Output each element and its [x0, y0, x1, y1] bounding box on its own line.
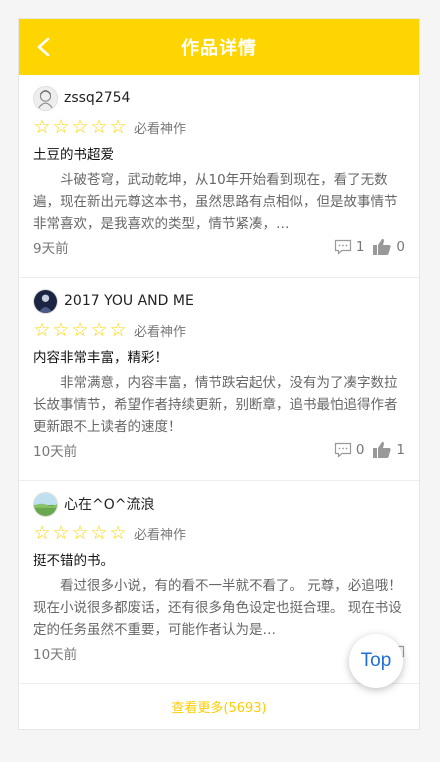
username[interactable]: 心在^O^流浪 — [64, 494, 154, 514]
review-title: 内容非常丰富，精彩！ — [33, 350, 168, 366]
review-title: 挺不错的书。 — [33, 553, 114, 569]
star-icon: ☆ — [109, 522, 127, 544]
star-icon: ☆ — [109, 116, 127, 138]
view-more-link[interactable]: 查看更多(5693) — [19, 684, 419, 728]
review-time: 10天前 — [33, 444, 78, 460]
rating: ☆ ☆ ☆ ☆ ☆ 必看神作 — [33, 117, 405, 137]
avatar[interactable] — [33, 85, 58, 111]
review-body: 看过很多小说，有的看不一半就不看了。 元尊，必追哦！ 现在小说很多都废话，还有很… — [33, 578, 402, 638]
star-icon: ☆ — [109, 319, 127, 341]
rating: ☆ ☆ ☆ ☆ ☆ 必看神作 — [33, 320, 405, 340]
review-item[interactable]: 2017 YOU AND ME ☆ ☆ ☆ ☆ ☆ 必看神作 内容非常丰富，精彩… — [19, 278, 419, 481]
star-icon: ☆ — [52, 522, 70, 544]
star-icon: ☆ — [33, 319, 51, 341]
star-icon: ☆ — [52, 319, 70, 341]
comment-icon[interactable] — [334, 239, 352, 255]
username[interactable]: 2017 YOU AND ME — [64, 293, 194, 309]
avatar[interactable] — [33, 491, 58, 517]
page-title: 作品详情 — [181, 38, 257, 59]
thumbs-up-icon[interactable] — [372, 441, 392, 459]
review-time: 10天前 — [33, 647, 78, 663]
like-count: 1 — [396, 442, 405, 458]
star-icon: ☆ — [33, 116, 51, 138]
star-icon: ☆ — [90, 319, 108, 341]
star-icon: ☆ — [90, 116, 108, 138]
username[interactable]: zssq2754 — [64, 90, 130, 106]
star-icon: ☆ — [71, 522, 89, 544]
rating-label: 必看神作 — [134, 121, 187, 137]
star-icon: ☆ — [71, 319, 89, 341]
review-item[interactable]: zssq2754 ☆ ☆ ☆ ☆ ☆ 必看神作 土豆的书超爱 斗破苍穹，武动乾坤… — [19, 75, 419, 278]
rating: ☆ ☆ ☆ ☆ ☆ 必看神作 — [33, 523, 405, 543]
review-list-card: 作品详情 zssq2754 ☆ ☆ ☆ ☆ ☆ 必看神作 土豆的书超爱 斗破苍穹… — [18, 18, 420, 730]
review-title: 土豆的书超爱 — [33, 147, 114, 163]
scroll-to-top-button[interactable]: Top — [349, 634, 403, 688]
back-button[interactable] — [33, 29, 57, 65]
rating-label: 必看神作 — [134, 324, 187, 340]
review-time: 9天前 — [33, 241, 69, 257]
thumbs-up-icon[interactable] — [372, 238, 392, 256]
star-icon: ☆ — [52, 116, 70, 138]
star-icon: ☆ — [71, 116, 89, 138]
avatar[interactable] — [33, 288, 58, 314]
header-bar: 作品详情 — [19, 19, 419, 75]
star-icon: ☆ — [33, 522, 51, 544]
comment-icon[interactable] — [334, 442, 352, 458]
review-body: 非常满意，内容丰富，情节跌宕起伏，没有为了凑字数拉长故事情节，希望作者持续更新，… — [33, 375, 398, 435]
chevron-left-icon — [37, 37, 50, 57]
star-icon: ☆ — [90, 522, 108, 544]
comment-count: 0 — [355, 442, 365, 458]
review-body: 斗破苍穹，武动乾坤，从10年开始看到现在，看了无数遍，现在新出元尊这本书，虽然思… — [33, 172, 398, 232]
like-count: 0 — [396, 239, 405, 255]
rating-label: 必看神作 — [134, 527, 187, 543]
comment-count: 1 — [355, 239, 365, 255]
